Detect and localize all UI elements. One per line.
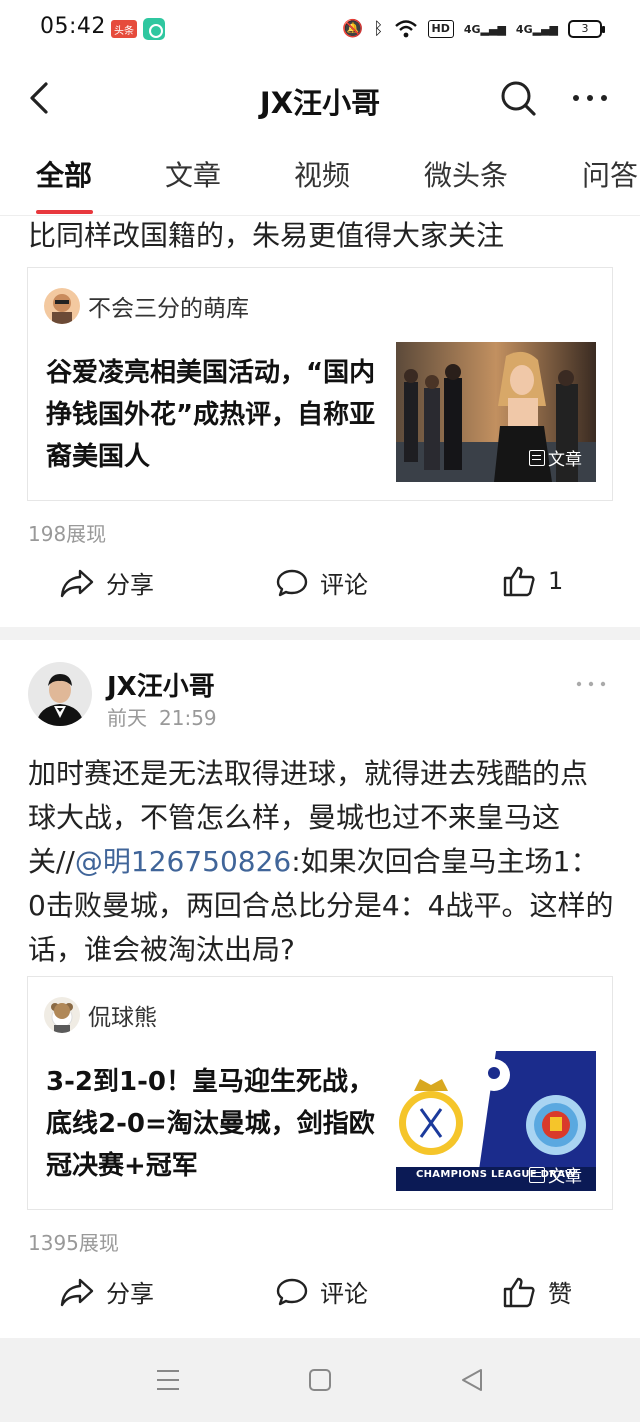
signal-icon-2: 4G▂▄▆ [515, 22, 558, 36]
linked-article-card[interactable]: 侃球熊 3-2到1-0！皇马迎生死战，底线2-0=淘汰曼城，剑指欧冠决赛+冠军 … [27, 976, 613, 1210]
status-time: 05:42 [40, 14, 106, 39]
thumbs-up-icon [503, 1277, 535, 1307]
comment-button[interactable]: 评论 [276, 565, 368, 600]
tab-qa[interactable]: 问答 [582, 154, 638, 194]
system-navigation-bar [0, 1338, 640, 1422]
mute-icon: 🔕 [342, 19, 364, 39]
card-title: 3-2到1-0！皇马迎生死战，底线2-0=淘汰曼城，剑指欧冠决赛+冠军 [46, 1067, 375, 1181]
home-icon[interactable] [308, 1368, 332, 1392]
toutiao-notification-icon: 头条 [111, 20, 137, 38]
tab-micro-posts[interactable]: 微头条 [424, 154, 508, 194]
comment-button[interactable]: 评论 [276, 1274, 368, 1309]
battery-icon: 3 [568, 20, 605, 38]
share-label: 分享 [106, 1280, 154, 1308]
app-notification-icon [143, 18, 165, 40]
post-actions: 分享 评论 1 [0, 553, 640, 613]
back-icon[interactable] [460, 1368, 484, 1392]
share-button[interactable]: 分享 [60, 565, 154, 600]
hd-icon: HD [427, 20, 454, 38]
menu-icon[interactable] [155, 1368, 181, 1392]
author-avatar[interactable] [28, 662, 92, 726]
share-button[interactable]: 分享 [60, 1274, 154, 1309]
card-author: 侃球熊 [44, 997, 157, 1033]
signal-icon-1: 4G▂▄▆ [463, 22, 506, 36]
card-author: 不会三分的萌库 [44, 288, 249, 324]
top-header: JX汪小哥 [0, 62, 640, 134]
status-icons: 🔕 ᛒ HD 4G▂▄▆ 4G▂▄▆ 3 [342, 16, 605, 42]
card-author-name: 不会三分的萌库 [88, 296, 249, 322]
post-more-icon[interactable] [574, 676, 608, 692]
card-author-avatar [44, 997, 80, 1033]
like-button[interactable]: 1 [502, 565, 563, 597]
post-timestamp: 前天 21:59 [107, 706, 217, 730]
feed-divider [0, 627, 640, 640]
card-author-name: 侃球熊 [88, 1005, 157, 1031]
card-author-avatar [44, 288, 80, 324]
post-text-truncated[interactable]: 比同样改国籍的，朱易更值得大家关注 [28, 214, 504, 254]
impressions-count: 198展现 [28, 522, 107, 546]
comment-icon [276, 569, 308, 596]
author-name[interactable]: JX汪小哥 [107, 666, 215, 703]
share-icon [60, 569, 94, 597]
user-mention-link[interactable]: @明126750826 [75, 845, 291, 878]
like-count: 1 [548, 567, 564, 595]
article-type-tag: 文章 [529, 1162, 582, 1187]
article-type-tag: 文章 [529, 445, 582, 470]
wifi-icon [394, 20, 417, 38]
comment-label: 评论 [320, 571, 368, 599]
card-title: 谷爱凌亮相美国活动，“国内挣钱国外花”成热评，自称亚裔美国人 [46, 358, 376, 472]
impressions-count: 1395展现 [28, 1231, 119, 1255]
article-icon [529, 449, 545, 466]
page-title: JX汪小哥 [259, 86, 381, 120]
post-body[interactable]: 加时赛还是无法取得进球，就得进去残酷的点球大战，不管怎么样，曼城也过不来皇马这关… [28, 752, 614, 972]
search-icon[interactable] [498, 78, 538, 118]
card-thumbnail: 文章 [396, 342, 596, 482]
bluetooth-icon: ᛒ [373, 19, 384, 39]
tab-articles[interactable]: 文章 [165, 154, 221, 194]
comment-icon [276, 1278, 308, 1305]
more-options-icon[interactable] [568, 80, 612, 116]
share-label: 分享 [106, 571, 154, 599]
share-icon [60, 1278, 94, 1306]
article-icon [529, 1166, 545, 1183]
thumbs-up-icon [503, 566, 535, 597]
content-tabs: 全部 文章 视频 微头条 问答 [0, 140, 640, 216]
comment-label: 评论 [320, 1280, 368, 1308]
like-label: 赞 [548, 1280, 572, 1308]
card-thumbnail: CHAMPIONS LEAGUE DRAW 文章 [396, 1051, 596, 1191]
status-bar: 05:42 头条 🔕 ᛒ HD 4G▂▄▆ 4G▂▄▆ 3 [0, 0, 640, 62]
tab-all[interactable]: 全部 [36, 154, 92, 194]
tab-videos[interactable]: 视频 [294, 154, 350, 194]
linked-article-card[interactable]: 不会三分的萌库 谷爱凌亮相美国活动，“国内挣钱国外花”成热评，自称亚裔美国人 文… [27, 267, 613, 501]
like-button[interactable]: 赞 [502, 1274, 572, 1309]
post-actions: 分享 评论 赞 [0, 1262, 640, 1322]
